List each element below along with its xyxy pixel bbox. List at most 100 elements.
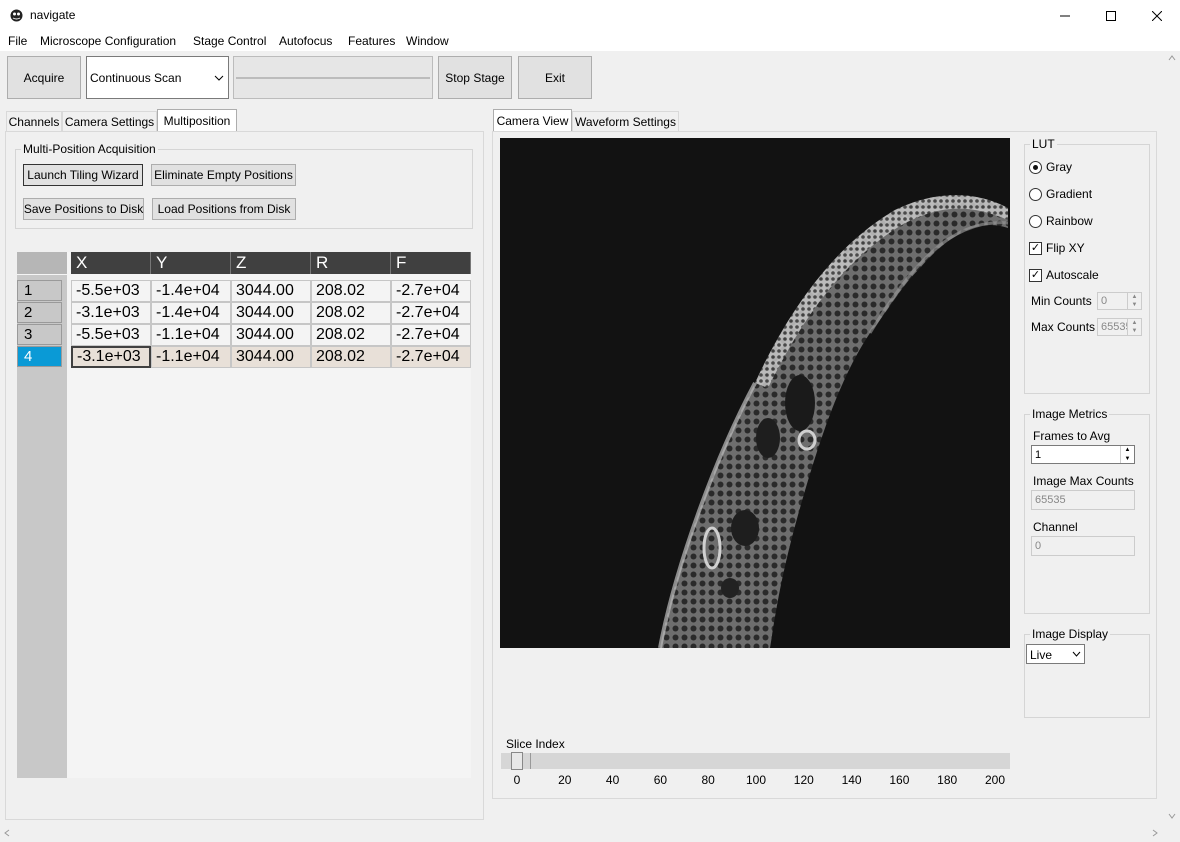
image-display-title: Image Display bbox=[1030, 627, 1111, 641]
acquire-button[interactable]: Acquire bbox=[7, 56, 81, 99]
load-positions-button[interactable]: Load Positions from Disk bbox=[152, 198, 296, 220]
min-counts-spinbox[interactable]: 0 ▲ ▼ bbox=[1097, 292, 1142, 310]
maximize-button[interactable] bbox=[1088, 0, 1134, 31]
minimize-button[interactable] bbox=[1042, 0, 1088, 31]
menu-window[interactable]: Window bbox=[406, 34, 449, 48]
table-cell[interactable]: -3.1e+03 bbox=[71, 302, 151, 324]
frames-to-avg-spinbox[interactable]: 1 ▲ ▼ bbox=[1031, 445, 1135, 464]
table-cell[interactable]: -1.1e+04 bbox=[151, 346, 231, 368]
scroll-left-icon[interactable] bbox=[4, 829, 10, 837]
table-cell[interactable]: -5.5e+03 bbox=[71, 280, 151, 302]
stop-stage-button[interactable]: Stop Stage bbox=[438, 56, 512, 99]
table-cell[interactable]: -1.4e+04 bbox=[151, 280, 231, 302]
acquisition-mode-select[interactable]: Continuous Scan bbox=[86, 56, 229, 99]
flip-xy-label: Flip XY bbox=[1046, 241, 1085, 255]
table-cell[interactable]: -2.7e+04 bbox=[391, 324, 471, 346]
table-cell[interactable]: 3044.00 bbox=[231, 280, 311, 302]
tab-camera-settings[interactable]: Camera Settings bbox=[62, 111, 157, 132]
slider-tick-label: 60 bbox=[653, 773, 668, 787]
menu-microscope-configuration[interactable]: Microscope Configuration bbox=[40, 34, 176, 48]
scroll-down-icon[interactable] bbox=[1168, 813, 1176, 819]
flip-xy-checkbox[interactable]: ✓ bbox=[1029, 242, 1042, 255]
close-button[interactable] bbox=[1134, 0, 1180, 31]
slider-tick-label: 0 bbox=[513, 773, 521, 787]
image-metrics-group bbox=[1024, 414, 1150, 614]
scroll-right-icon[interactable] bbox=[1152, 829, 1158, 837]
row-header[interactable]: 1 bbox=[17, 280, 62, 301]
image-max-counts-label: Image Max Counts bbox=[1033, 474, 1134, 488]
table-cell[interactable]: -1.4e+04 bbox=[151, 302, 231, 324]
eliminate-empty-positions-button[interactable]: Eliminate Empty Positions bbox=[151, 164, 296, 186]
lut-rainbow-label: Rainbow bbox=[1046, 214, 1093, 228]
chevron-down-icon bbox=[214, 75, 224, 81]
table-cell[interactable]: -1.1e+04 bbox=[151, 324, 231, 346]
slice-index-slider[interactable] bbox=[501, 752, 1010, 770]
minimize-icon bbox=[1060, 15, 1070, 16]
autoscale-checkbox[interactable]: ✓ bbox=[1029, 269, 1042, 282]
table-cell[interactable]: -2.7e+04 bbox=[391, 302, 471, 324]
spin-arrows-icon[interactable]: ▲ ▼ bbox=[1120, 446, 1134, 463]
lut-gradient-radio[interactable] bbox=[1029, 188, 1042, 201]
slider-tick-label: 200 bbox=[984, 773, 1006, 787]
scroll-up-icon[interactable] bbox=[1168, 55, 1176, 61]
image-max-counts-field: 65535 bbox=[1031, 490, 1135, 510]
tab-camera-view[interactable]: Camera View bbox=[493, 109, 572, 132]
image-display-select[interactable]: Live bbox=[1026, 644, 1085, 664]
max-counts-label: Max Counts bbox=[1031, 320, 1096, 334]
menu-features[interactable]: Features bbox=[348, 34, 395, 48]
table-cell[interactable]: 208.02 bbox=[311, 302, 391, 324]
row-header[interactable]: 2 bbox=[17, 302, 62, 323]
maximize-icon bbox=[1106, 10, 1116, 21]
column-header-z[interactable]: Z bbox=[231, 252, 311, 274]
table-cell[interactable]: 208.02 bbox=[311, 346, 391, 368]
row-header[interactable]: 3 bbox=[17, 324, 62, 345]
menu-bar: File Microscope Configuration Stage Cont… bbox=[0, 31, 1180, 51]
window-title: navigate bbox=[30, 8, 76, 22]
table-cell[interactable]: -2.7e+04 bbox=[391, 346, 471, 368]
lut-gray-label: Gray bbox=[1046, 160, 1073, 174]
slider-thumb[interactable] bbox=[511, 752, 523, 770]
column-header-f[interactable]: F bbox=[391, 252, 471, 274]
table-cell[interactable]: -5.5e+03 bbox=[71, 324, 151, 346]
frames-to-avg-label: Frames to Avg bbox=[1033, 429, 1111, 443]
tab-multiposition[interactable]: Multiposition bbox=[157, 109, 237, 132]
slice-index-label: Slice Index bbox=[506, 737, 565, 751]
slider-tick-label: 80 bbox=[701, 773, 715, 787]
vertical-scrollbar[interactable] bbox=[1164, 51, 1180, 825]
table-cell[interactable]: 3044.00 bbox=[231, 324, 311, 346]
lut-gray-radio[interactable] bbox=[1029, 161, 1042, 174]
spin-arrows-icon[interactable]: ▲ ▼ bbox=[1127, 293, 1141, 309]
title-bar: navigate bbox=[0, 0, 1180, 31]
table-cell-focused[interactable]: -3.1e+03 bbox=[71, 346, 151, 368]
max-counts-spinbox[interactable]: 65535 ▲ ▼ bbox=[1097, 318, 1142, 336]
lut-rainbow-radio[interactable] bbox=[1029, 215, 1042, 228]
table-cell[interactable]: -2.7e+04 bbox=[391, 280, 471, 302]
column-header-x[interactable]: X bbox=[71, 252, 151, 274]
lut-gradient-label: Gradient bbox=[1046, 187, 1093, 201]
slider-tick-label: 140 bbox=[841, 773, 862, 787]
horizontal-scrollbar[interactable] bbox=[0, 825, 1164, 842]
table-cell[interactable]: 208.02 bbox=[311, 280, 391, 302]
table-cell[interactable]: 3044.00 bbox=[231, 302, 311, 324]
table-cell[interactable]: 3044.00 bbox=[231, 346, 311, 368]
camera-image[interactable] bbox=[500, 138, 1010, 648]
table-cell[interactable]: 208.02 bbox=[311, 324, 391, 346]
channel-field: 0 bbox=[1031, 536, 1135, 556]
menu-file[interactable]: File bbox=[8, 34, 27, 48]
exit-button[interactable]: Exit bbox=[518, 56, 592, 99]
channel-label: Channel bbox=[1033, 520, 1078, 534]
tab-waveform-settings[interactable]: Waveform Settings bbox=[572, 111, 679, 132]
spin-arrows-icon[interactable]: ▲ ▼ bbox=[1127, 319, 1141, 335]
slider-tick-label: 40 bbox=[605, 773, 620, 787]
launch-tiling-wizard-button[interactable]: Launch Tiling Wizard bbox=[23, 164, 143, 186]
save-positions-button[interactable]: Save Positions to Disk bbox=[23, 198, 144, 220]
tab-channels[interactable]: Channels bbox=[6, 111, 62, 132]
row-header-selected[interactable]: 4 bbox=[17, 346, 62, 367]
column-header-y[interactable]: Y bbox=[151, 252, 231, 274]
slider-tick-label: 160 bbox=[889, 773, 910, 787]
acquisition-progress-bar bbox=[233, 56, 433, 99]
menu-autofocus[interactable]: Autofocus bbox=[279, 34, 332, 48]
min-counts-value: 0 bbox=[1101, 295, 1108, 307]
column-header-r[interactable]: R bbox=[311, 252, 391, 274]
menu-stage-control[interactable]: Stage Control bbox=[193, 34, 266, 48]
